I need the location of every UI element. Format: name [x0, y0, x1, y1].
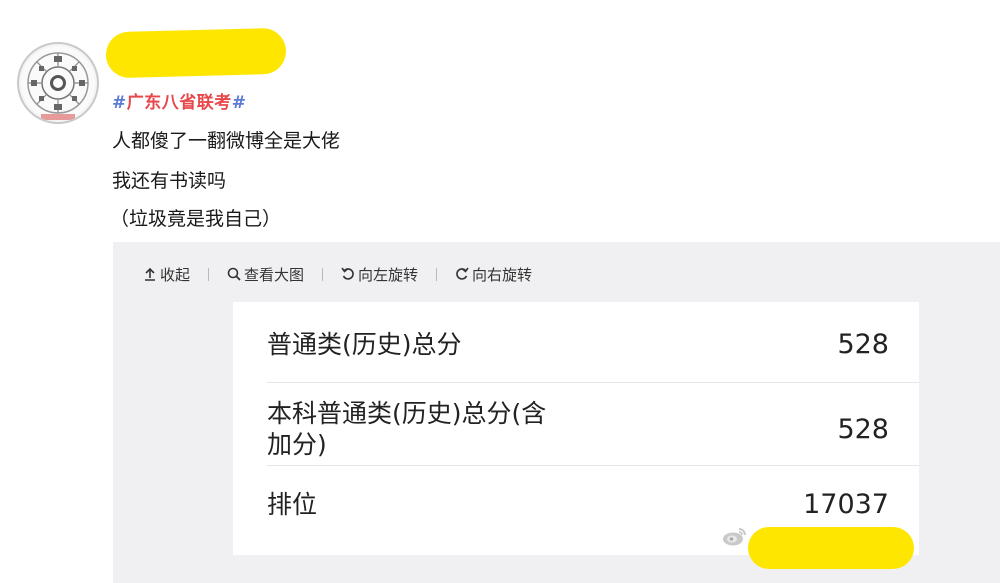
score-value: 528 [837, 328, 889, 360]
rotate-left-label: 向左旋转 [358, 265, 419, 284]
score-label: 本科普通类(历史)总分(含 加分) [267, 399, 547, 459]
magnifier-icon [227, 267, 241, 281]
rotate-left-icon [341, 267, 354, 280]
rotate-right-icon [456, 267, 469, 280]
toolbar-divider [436, 267, 438, 281]
score-value: 17037 [803, 488, 889, 520]
score-card-image[interactable]: 普通类(历史)总分 528 本科普通类(历史)总分(含 加分) 528 排位 1… [233, 302, 919, 555]
score-row-rank: 排位 17037 [267, 482, 889, 526]
score-row-total-with-bonus: 本科普通类(历史)总分(含 加分) 528 [267, 394, 889, 464]
view-large-label: 查看大图 [244, 265, 305, 284]
hash-close: # [231, 93, 247, 113]
rotate-right-button[interactable]: 向右旋转 [454, 264, 532, 285]
hashtag-topic: 广东八省联考 [126, 93, 232, 113]
username-redaction [105, 27, 287, 79]
post-text-line-3: （垃圾竟是我自己） [110, 208, 282, 230]
post-text-line-2: 我还有书读吗 [112, 170, 227, 192]
collapse-arrow-up-icon [145, 267, 155, 281]
image-viewer-toolbar: 收起 查看大图 向左旋转 向右旋转 [142, 262, 532, 286]
hash-open: # [112, 93, 127, 113]
view-large-button[interactable]: 查看大图 [226, 264, 304, 285]
rotate-right-label: 向右旋转 [472, 265, 533, 284]
toolbar-divider [208, 267, 210, 281]
weibo-logo-icon [723, 528, 746, 546]
score-value: 528 [837, 413, 889, 445]
score-label: 排位 [267, 489, 318, 519]
score-label: 普通类(历史)总分 [267, 329, 462, 359]
seal-avatar-icon [21, 46, 95, 120]
watermark-redaction [748, 527, 914, 569]
collapse-button[interactable]: 收起 [142, 264, 190, 285]
post-text-line-1: 人都傻了一翻微博全是大佬 [112, 130, 341, 152]
collapse-label: 收起 [160, 265, 191, 284]
row-divider [267, 382, 919, 383]
user-avatar[interactable] [17, 42, 99, 124]
rotate-left-button[interactable]: 向左旋转 [340, 264, 418, 285]
row-divider [267, 465, 919, 466]
toolbar-divider [322, 267, 324, 281]
score-row-total: 普通类(历史)总分 528 [267, 322, 889, 366]
hashtag-link[interactable]: #广东八省联考# [112, 88, 247, 113]
